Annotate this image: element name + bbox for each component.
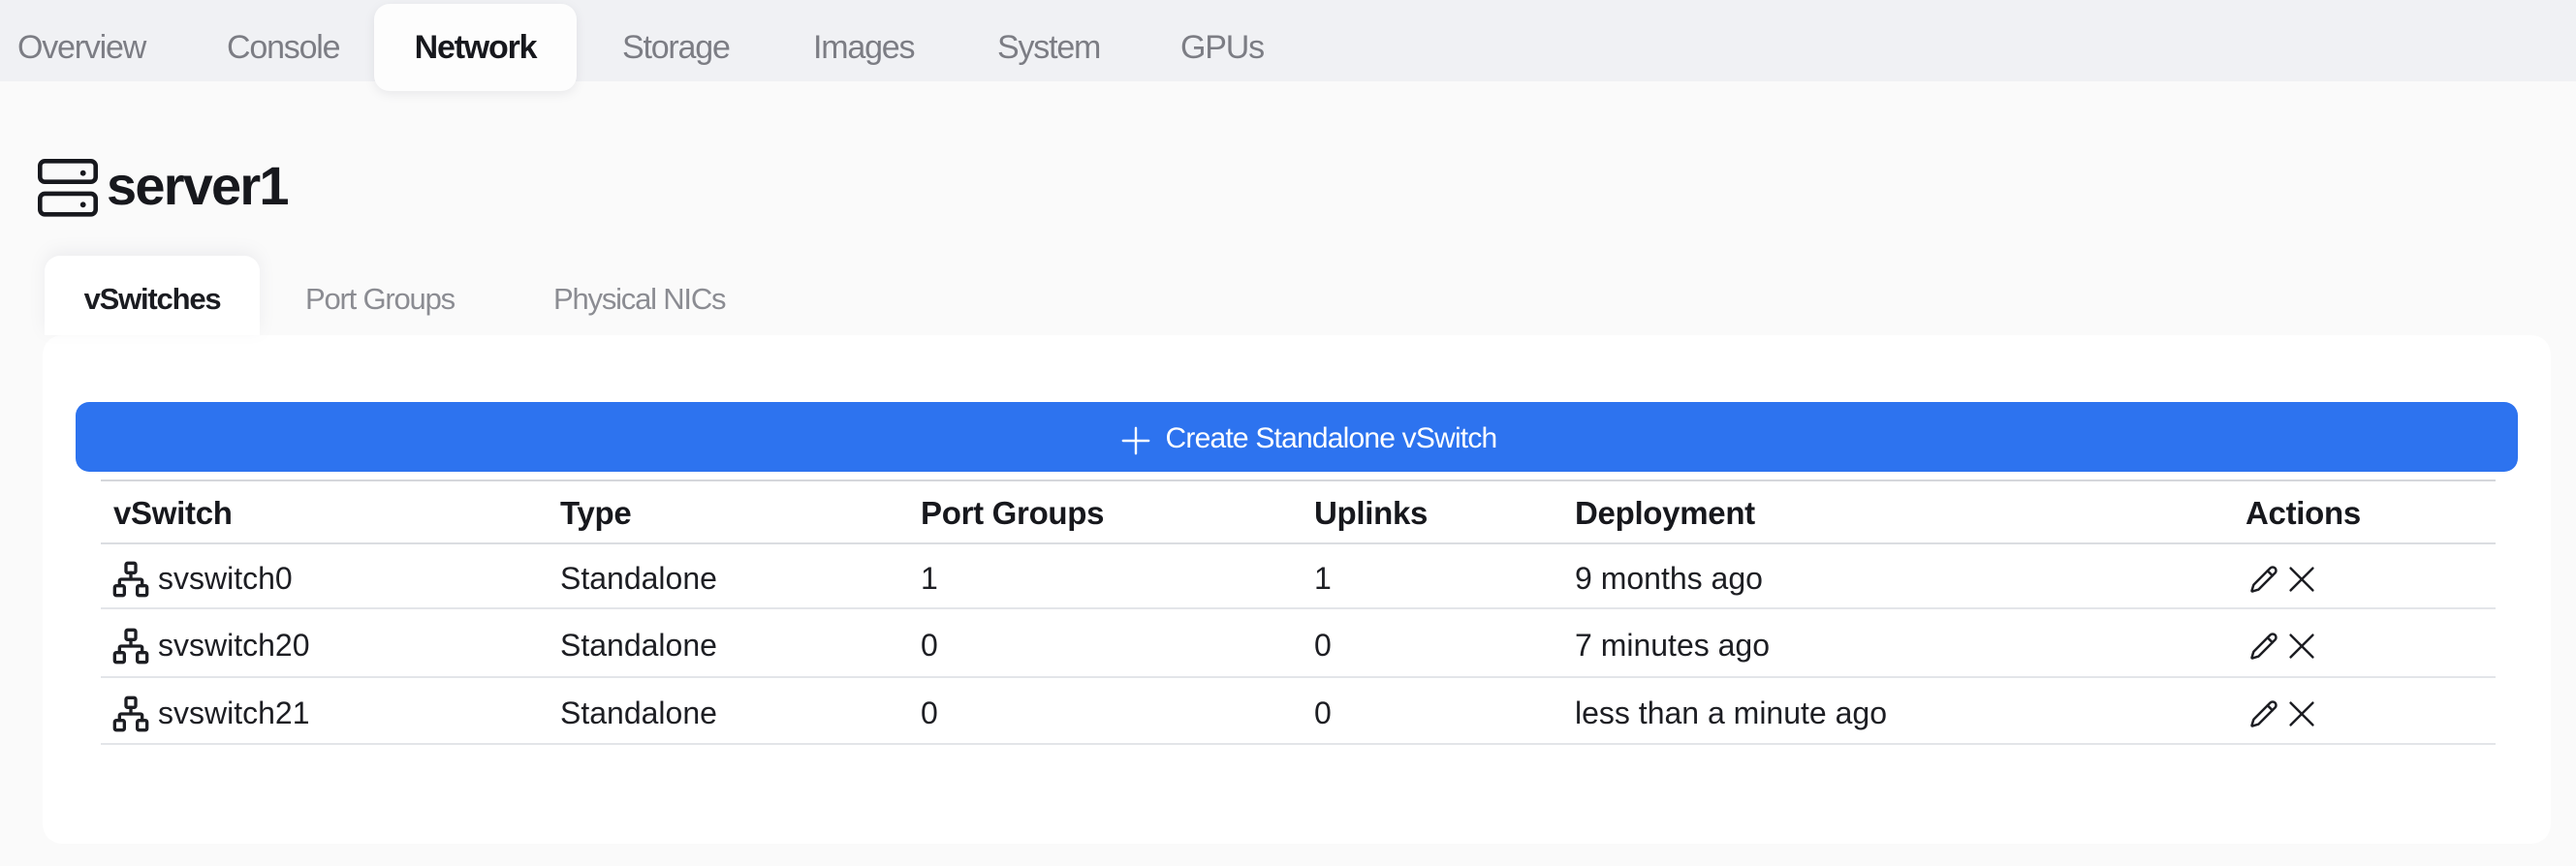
vswitch-deployment: less than a minute ago: [1562, 677, 2233, 745]
edit-pencil-icon[interactable]: [2249, 565, 2278, 594]
tab-network[interactable]: Network: [374, 2, 577, 93]
tab-images[interactable]: Images: [813, 2, 916, 93]
table-header-row: vSwitch Type Port Groups Uplinks Deploym…: [101, 480, 2496, 544]
subtab-vswitches[interactable]: vSwitches: [45, 256, 260, 335]
tab-overview[interactable]: Overview: [17, 2, 146, 93]
page-title: server1: [107, 155, 290, 216]
col-header-vswitch: vSwitch: [101, 480, 548, 544]
vswitch-port-groups: 0: [908, 677, 1302, 745]
table-row: svswitch21 Standalone 0 0 less than a mi…: [101, 677, 2496, 745]
vswitch-name: svswitch20: [158, 628, 310, 663]
delete-x-icon[interactable]: [2288, 700, 2315, 727]
vswitch-port-groups: 0: [908, 608, 1302, 678]
tab-console[interactable]: Console: [227, 2, 341, 93]
subtab-physical-nics[interactable]: Physical NICs: [553, 256, 727, 335]
edit-pencil-icon[interactable]: [2249, 632, 2278, 661]
vswitch-name: svswitch21: [158, 696, 310, 730]
vswitch-deployment: 7 minutes ago: [1562, 608, 2233, 678]
vswitch-table: vSwitch Type Port Groups Uplinks Deploym…: [101, 479, 2496, 745]
table-row: svswitch20 Standalone 0 0 7 minutes ago: [101, 608, 2496, 678]
table-row: svswitch0 Standalone 1 1 9 months ago: [101, 543, 2496, 609]
tab-system[interactable]: System: [997, 2, 1101, 93]
content-card: Create Standalone vSwitch vSwitch Type P…: [43, 335, 2551, 844]
vswitch-deployment: 9 months ago: [1562, 543, 2233, 609]
vswitch-type: Standalone: [548, 608, 908, 678]
network-icon: [112, 696, 149, 731]
network-icon: [112, 628, 149, 664]
vswitch-name: svswitch0: [158, 561, 293, 596]
vswitch-type: Standalone: [548, 677, 908, 745]
col-header-uplinks: Uplinks: [1302, 480, 1562, 544]
plus-icon: [1121, 426, 1149, 454]
network-icon: [112, 561, 149, 597]
vswitch-type: Standalone: [548, 543, 908, 609]
col-header-actions: Actions: [2233, 480, 2496, 544]
delete-x-icon[interactable]: [2288, 633, 2315, 660]
tab-gpus[interactable]: GPUs: [1180, 2, 1265, 93]
create-vswitch-button-label: Create Standalone vSwitch: [1165, 422, 1498, 454]
col-header-type: Type: [548, 480, 908, 544]
create-vswitch-button[interactable]: Create Standalone vSwitch: [76, 402, 2518, 472]
vswitch-uplinks: 1: [1302, 543, 1562, 609]
server-stack-icon: [38, 159, 98, 217]
edit-pencil-icon[interactable]: [2249, 699, 2278, 728]
delete-x-icon[interactable]: [2288, 566, 2315, 593]
vswitch-port-groups: 1: [908, 543, 1302, 609]
vswitch-uplinks: 0: [1302, 608, 1562, 678]
col-header-port-groups: Port Groups: [908, 480, 1302, 544]
vswitch-uplinks: 0: [1302, 677, 1562, 745]
subtab-port-groups[interactable]: Port Groups: [305, 256, 456, 335]
tab-storage[interactable]: Storage: [622, 2, 731, 93]
col-header-deployment: Deployment: [1562, 480, 2233, 544]
